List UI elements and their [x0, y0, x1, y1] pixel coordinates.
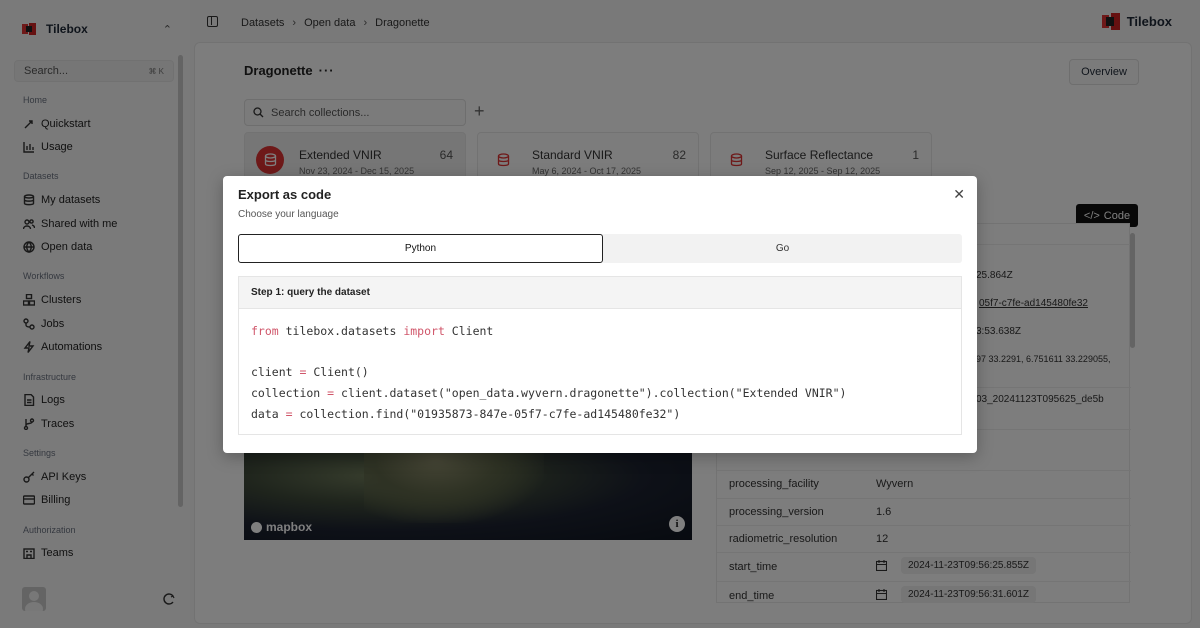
step-title: Step 1: query the dataset [239, 277, 961, 309]
dialog-title: Export as code [238, 187, 332, 202]
tab-go[interactable]: Go [603, 234, 962, 263]
tab-python[interactable]: Python [238, 234, 603, 263]
language-tabs: Python Go [238, 234, 962, 263]
code-block[interactable]: from tilebox.datasets import Client clie… [251, 321, 846, 425]
close-icon[interactable]: ✕ [953, 186, 965, 203]
dialog-subtitle: Choose your language [238, 209, 339, 220]
code-step: Step 1: query the dataset from tilebox.d… [238, 276, 962, 435]
export-code-dialog: Export as code Choose your language ✕ Py… [223, 176, 977, 453]
